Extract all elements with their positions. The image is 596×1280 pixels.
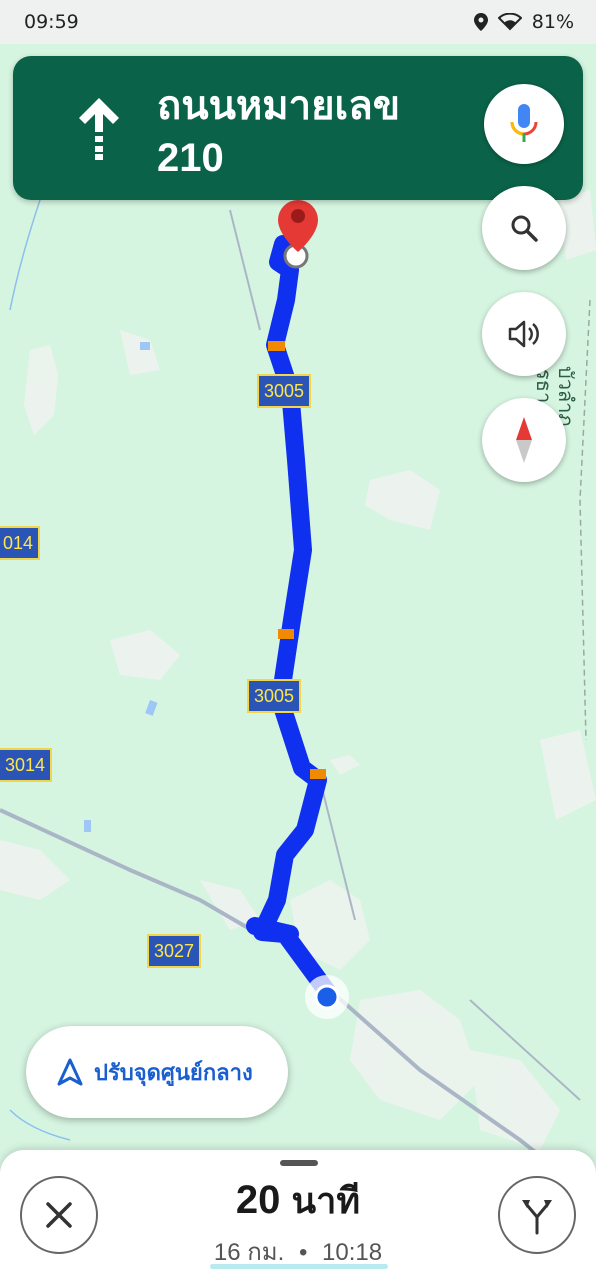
road-label-3005-bottom: 3005: [247, 679, 302, 713]
compass-icon: [516, 417, 532, 463]
status-icons: 81%: [473, 11, 574, 33]
status-bar: 09:59 81%: [0, 0, 596, 44]
recenter-label: ปรับจุดศูนย์กลาง: [94, 1059, 253, 1085]
recenter-button[interactable]: ปรับจุดศูนย์กลาง: [26, 1026, 288, 1118]
wifi-icon: [497, 13, 522, 31]
status-time: 09:59: [24, 11, 79, 33]
trip-summary-sheet[interactable]: 20 นาที 16 กม. • 10:18: [0, 1150, 596, 1280]
sound-toggle-button[interactable]: [482, 292, 566, 376]
volume-icon: [508, 320, 539, 348]
road-name: ถนนหมายเลข 210: [157, 80, 400, 184]
google-mic-icon: [510, 104, 538, 142]
eta-unit: นาที: [291, 1180, 361, 1221]
road-name-line2: 210: [157, 136, 224, 180]
location-icon: [473, 13, 488, 31]
alternate-routes-button[interactable]: [498, 1176, 576, 1254]
navigation-arrow-icon: [57, 1058, 83, 1086]
arrival-separator: •: [298, 1239, 308, 1266]
battery-level: 81%: [531, 11, 574, 33]
eta-value: 20: [235, 1178, 281, 1222]
road-label-3005-top: 3005: [257, 374, 312, 408]
search-icon: [511, 215, 538, 242]
current-location-dot: [314, 984, 340, 1010]
search-along-route-button[interactable]: [482, 186, 566, 270]
remaining-distance: 16 กม.: [213, 1239, 285, 1266]
arrival-time: 10:18: [322, 1239, 383, 1266]
road-label-3014-bottom: 3014: [0, 748, 53, 782]
compass-button[interactable]: [482, 398, 566, 482]
fork-routes-icon: [522, 1200, 552, 1235]
voice-search-button[interactable]: [484, 84, 564, 164]
road-label-3014-top: 014: [0, 526, 41, 560]
straight-arrow-icon: [79, 98, 119, 160]
road-name-line1: ถนนหมายเลข: [157, 84, 401, 128]
arrival-underline: [210, 1264, 388, 1269]
sheet-drag-handle[interactable]: [280, 1160, 318, 1166]
road-label-3027: 3027: [147, 934, 202, 968]
